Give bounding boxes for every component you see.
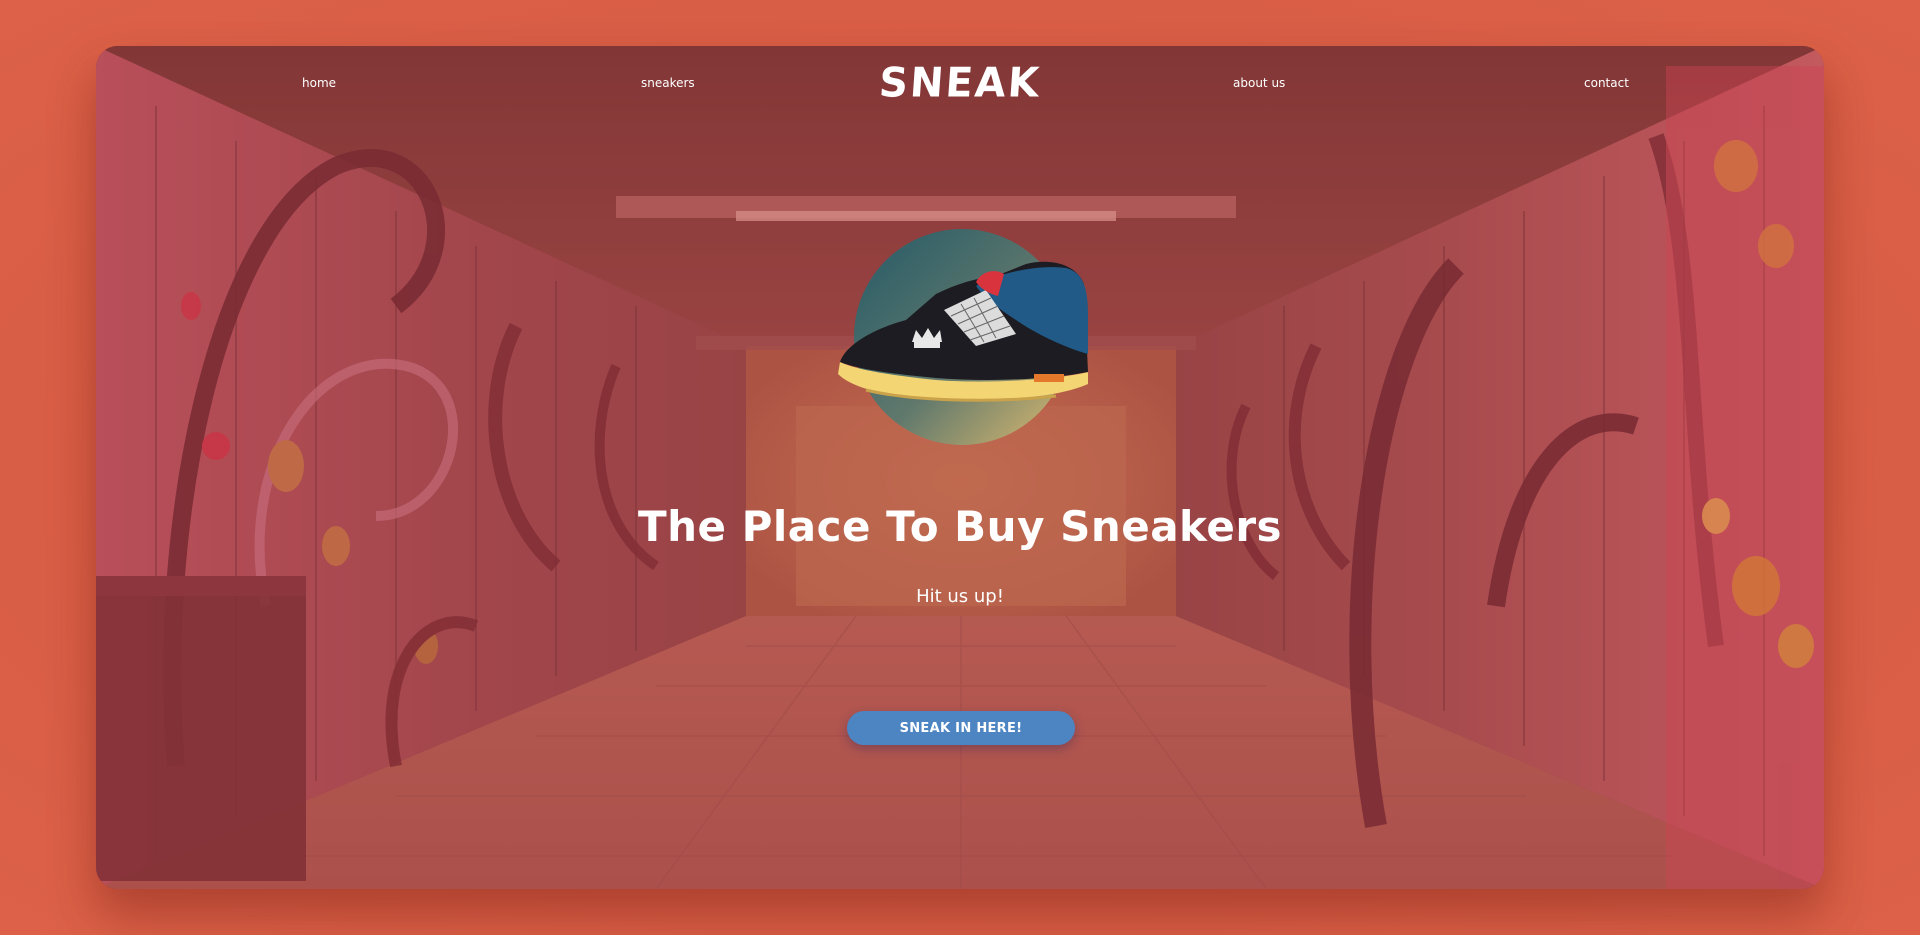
top-nav: home sneakers SNEAK about us contact (96, 46, 1824, 136)
sneak-in-button[interactable]: SNEAK IN HERE! (847, 711, 1075, 745)
brand-logo[interactable]: SNEAK (96, 59, 1824, 107)
hero-subheadline: Hit us up! (916, 586, 1004, 607)
color-overlay (96, 46, 1824, 889)
hero-headline: The Place To Buy Sneakers (637, 502, 1283, 551)
brand-logo-text: SNEAK (877, 59, 1043, 107)
nav-contact-link[interactable]: contact (1584, 76, 1629, 90)
nav-about-link[interactable]: about us (1233, 76, 1285, 90)
sneaker-image (838, 229, 1088, 445)
hero-card: home sneakers SNEAK about us contact The… (96, 46, 1824, 889)
